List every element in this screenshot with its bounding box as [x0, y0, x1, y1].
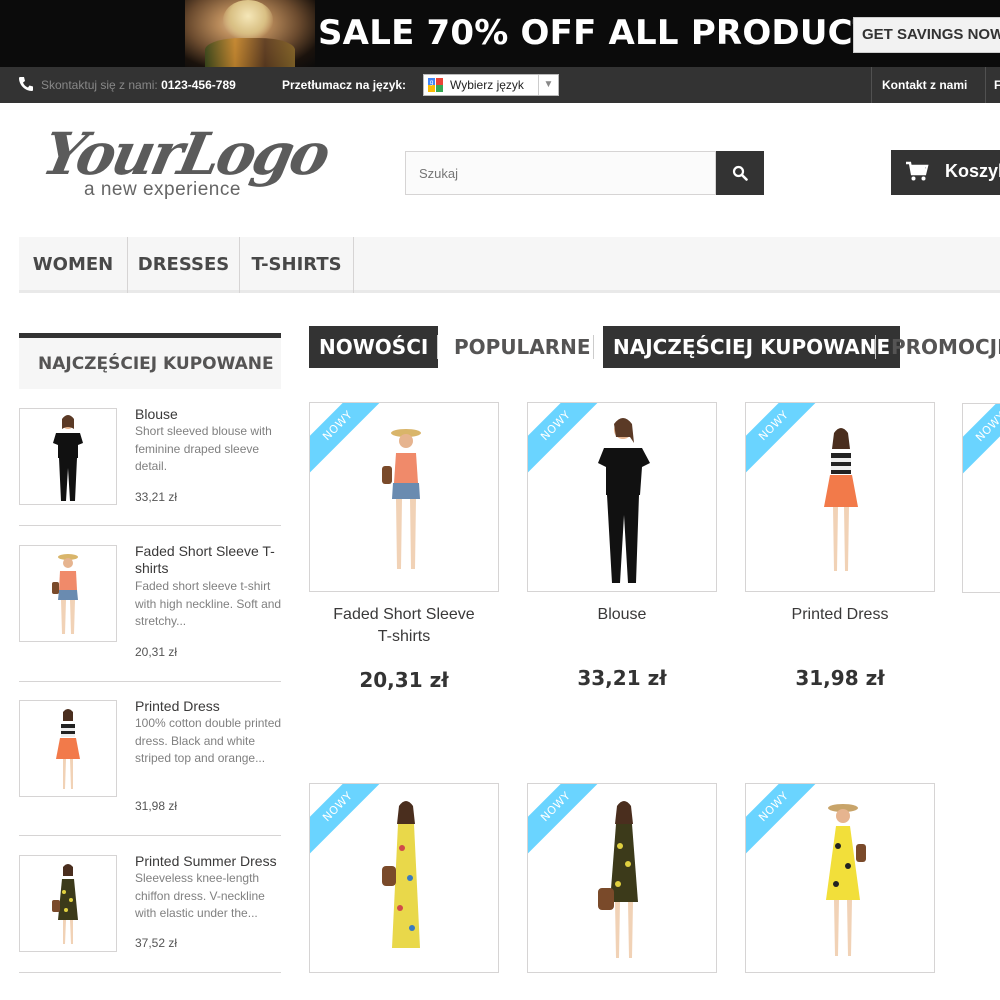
sidebar-title: NAJCZĘŚCIEJ KUPOWANE [19, 333, 281, 389]
svg-text:g: g [430, 79, 434, 86]
contact-info: Skontaktuj się z nami: 0123-456-789 [41, 78, 236, 92]
site-logo[interactable]: YourLogo a new experience [37, 120, 334, 210]
cart-label: Koszyk [945, 161, 1000, 181]
sidebar-product-desc: Sleeveless knee-length chiffon dress. V-… [135, 871, 265, 920]
language-select[interactable]: g Wybierz język ▼ [423, 74, 559, 96]
sidebar-product-desc: 100% cotton double printed dress. Black … [135, 716, 282, 765]
get-savings-button[interactable]: GET SAVINGS NOW [853, 17, 1000, 53]
sidebar-product-price: 37,52 zł [135, 936, 178, 950]
product-image[interactable]: NOWY [527, 783, 717, 973]
tab-divider [437, 335, 438, 359]
sidebar-product-price: 20,31 zł [135, 645, 178, 659]
sidebar-product-name[interactable]: Printed Dress [135, 698, 220, 715]
sidebar-product-price: 31,98 zł [135, 799, 178, 813]
product-price: 33,21 zł [577, 666, 667, 690]
logo-script: YourLogo [36, 120, 334, 188]
sidebar-product[interactable]: Blouse Short sleeved blouse with feminin… [19, 406, 281, 526]
product-image[interactable]: NOWY [745, 402, 935, 592]
product-card[interactable]: NOWY Faded Short Sleeve T-shirts 20,31 z… [309, 402, 499, 702]
tab-popularne[interactable]: POPULARNE [444, 326, 601, 368]
product-thumbnail[interactable] [19, 855, 117, 952]
product-card[interactable]: NOWY [745, 783, 935, 1000]
product-thumbnail[interactable] [19, 545, 117, 642]
promo-banner[interactable]: SALE 70% OFF ALL PRODUCTS GET SAVINGS NO… [0, 0, 1000, 67]
tab-promocje[interactable]: PROMOCJE [881, 326, 1000, 368]
top-nav: Skontaktuj się z nami: 0123-456-789 Prze… [0, 67, 1000, 103]
search-button[interactable] [716, 151, 764, 195]
menu-item-tshirts[interactable]: T-SHIRTS [240, 237, 354, 293]
sidebar-product-name[interactable]: Faded Short Sleeve T-shirts [135, 543, 275, 577]
tab-najczesciej-kupowane[interactable]: NAJCZĘŚCIEJ KUPOWANE [603, 326, 901, 368]
product-name[interactable]: Blouse [527, 604, 717, 626]
nav-divider [985, 67, 986, 103]
product-image[interactable]: NOWY [745, 783, 935, 973]
sidebar-product[interactable]: Faded Short Sleeve T-shirts Faded short … [19, 543, 282, 682]
product-image[interactable]: NOWY [309, 783, 499, 973]
sidebar-product-desc: Short sleeved blouse with feminine drape… [135, 424, 272, 473]
tab-divider [593, 335, 594, 359]
banner-model-image [185, 0, 315, 67]
tab-nowosci[interactable]: NOWOŚCI [309, 326, 439, 368]
nav-link-partial[interactable]: F [994, 78, 1000, 92]
product-card[interactable]: NOWY Blouse 33,21 zł [527, 402, 717, 702]
product-price: 31,98 zł [795, 666, 885, 690]
phone-icon [19, 77, 33, 91]
sidebar-product[interactable]: Printed Summer Dress Sleeveless knee-len… [19, 853, 281, 973]
product-card[interactable]: NOWY [309, 783, 499, 1000]
sidebar-product-price: 33,21 zł [135, 490, 178, 504]
search-icon [732, 165, 748, 181]
translate-label: Przetłumacz na język: [282, 78, 407, 92]
sidebar-product-name[interactable]: Blouse [135, 406, 178, 423]
search-input[interactable] [405, 151, 716, 195]
new-badge: NOWY [963, 404, 1000, 479]
product-name[interactable]: Printed Dress [745, 604, 935, 626]
product-thumbnail[interactable] [19, 408, 117, 505]
product-card-partial[interactable]: NOWY [962, 403, 1000, 593]
contact-us-link[interactable]: Kontakt z nami [882, 78, 967, 92]
product-card[interactable]: NOWY [527, 783, 717, 1000]
menu-item-dresses[interactable]: DRESSES [128, 237, 240, 293]
menu-item-women[interactable]: WOMEN [19, 237, 128, 293]
banner-headline: SALE 70% OFF ALL PRODUCTS [318, 13, 901, 53]
product-card[interactable]: NOWY Printed Dress 31,98 zł [745, 402, 935, 702]
product-image[interactable]: NOWY [527, 402, 717, 592]
sidebar-product-name[interactable]: Printed Summer Dress [135, 853, 277, 870]
google-translate-icon: g [428, 78, 443, 92]
phone-number: 0123-456-789 [161, 78, 236, 92]
language-select-value: Wybierz język [450, 78, 524, 92]
sidebar-product-desc: Faded short sleeve t-shirt with high nec… [135, 579, 282, 628]
tab-divider [875, 335, 876, 359]
product-name[interactable]: Faded Short Sleeve T-shirts [309, 604, 499, 648]
logo-tagline: a new experience [84, 179, 241, 200]
cart-button[interactable]: Koszyk [891, 150, 1000, 195]
cart-icon [906, 161, 929, 181]
chevron-down-icon[interactable]: ▼ [538, 75, 558, 95]
product-thumbnail[interactable] [19, 700, 117, 797]
product-price: 20,31 zł [359, 668, 449, 692]
sidebar-product[interactable]: Printed Dress 100% cotton double printed… [19, 698, 282, 836]
main-menu: WOMEN DRESSES T-SHIRTS [19, 237, 1000, 293]
product-image[interactable]: NOWY [309, 402, 499, 592]
nav-divider [871, 67, 872, 103]
